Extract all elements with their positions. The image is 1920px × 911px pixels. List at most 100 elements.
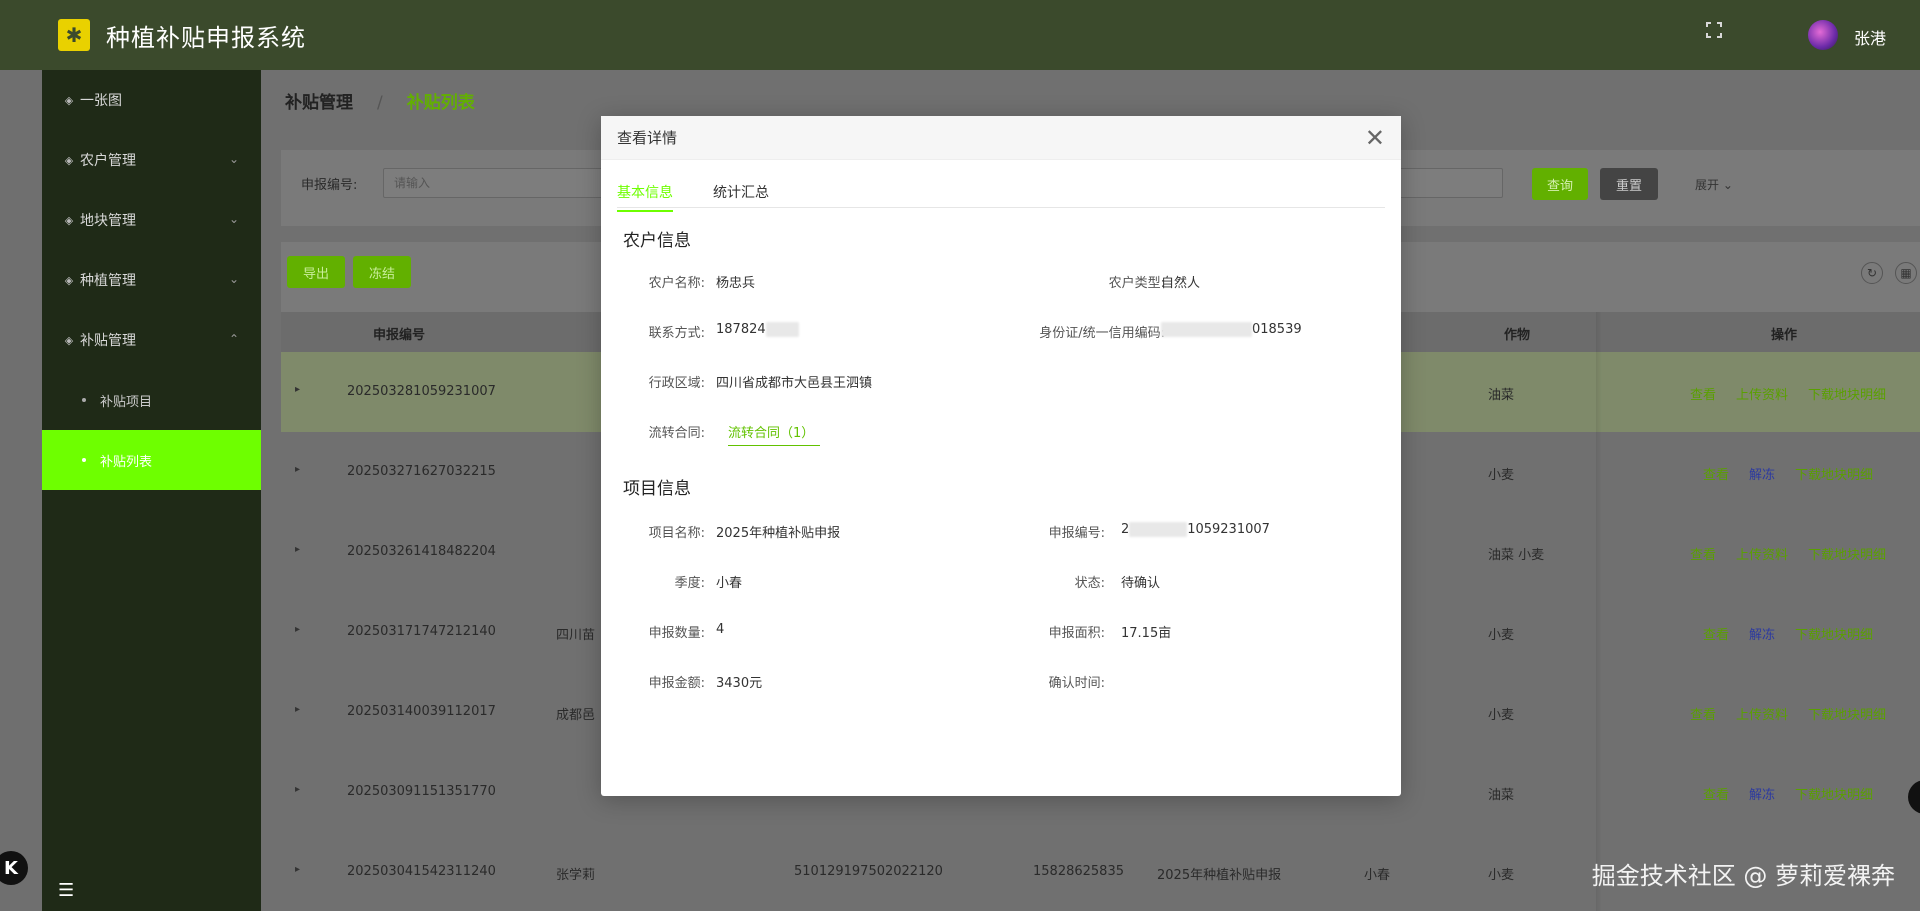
sidebar-item-label: 农户管理: [80, 153, 136, 169]
field-label: 申报金额:: [648, 676, 705, 691]
cell-crop: 油菜: [1488, 788, 1515, 803]
fixed-column-shadow: [1596, 312, 1602, 911]
action-link[interactable]: 解冻: [1749, 464, 1775, 483]
amount-value: 3430元: [716, 676, 763, 691]
refresh-icon[interactable]: ↻: [1861, 262, 1883, 284]
action-link[interactable]: 下载地块明细: [1795, 784, 1873, 803]
action-link[interactable]: 下载地块明细: [1808, 544, 1886, 563]
diamond-icon: ◈: [64, 93, 74, 107]
bullet-icon: [82, 458, 86, 462]
row-actions: 查看 上传资料 下载地块明细: [1638, 704, 1920, 723]
dialog-header: 查看详情 ✕: [601, 116, 1401, 160]
action-link[interactable]: 查看: [1703, 624, 1729, 643]
k-logo-icon[interactable]: K: [0, 851, 28, 885]
cell-crop: 油菜: [1488, 388, 1515, 403]
query-button[interactable]: 查询: [1532, 168, 1588, 200]
app-header: ✱ 种植补贴申报系统 张港: [0, 0, 1920, 70]
close-icon[interactable]: ✕: [1365, 126, 1385, 150]
left-edge-panel: K: [0, 70, 42, 911]
sidebar-subitem-list[interactable]: 补贴列表: [42, 430, 261, 490]
action-link[interactable]: 下载地块明细: [1808, 704, 1886, 723]
breadcrumb-separator: /: [377, 93, 383, 113]
row-expand-icon[interactable]: ▸: [295, 544, 300, 555]
tab-basic-info[interactable]: 基本信息: [617, 182, 673, 212]
field-label: 状态:: [1074, 576, 1105, 591]
row-expand-icon[interactable]: ▸: [295, 464, 300, 475]
cell-crop: 小麦: [1488, 468, 1515, 483]
export-button[interactable]: 导出: [287, 256, 345, 288]
expand-toggle[interactable]: 展开 ⌄: [1695, 176, 1733, 193]
sidebar-item-subsidy[interactable]: ◈ 补贴管理 ⌃: [42, 310, 261, 370]
action-link[interactable]: 查看: [1690, 704, 1716, 723]
cell-farmer-name: 张学莉: [556, 868, 596, 883]
search-label: 申报编号:: [301, 178, 358, 193]
action-link[interactable]: 查看: [1703, 784, 1729, 803]
app-logo-icon: ✱: [58, 19, 90, 51]
fullscreen-icon[interactable]: [1705, 21, 1723, 39]
reset-button[interactable]: 重置: [1600, 168, 1658, 200]
action-link[interactable]: 下载地块明细: [1795, 624, 1873, 643]
contract-link[interactable]: 流转合同（1）: [728, 422, 821, 446]
menu-collapse-icon[interactable]: ☰: [58, 880, 74, 901]
breadcrumb-parent[interactable]: 补贴管理: [285, 93, 353, 113]
action-link[interactable]: 上传资料: [1736, 704, 1788, 723]
row-expand-icon[interactable]: ▸: [295, 624, 300, 635]
sidebar-item-plot[interactable]: ◈ 地块管理 ⌄: [42, 190, 261, 250]
region-value: 四川省成都市大邑县王泗镇: [716, 376, 873, 391]
cell-farmer-name: 成都邑: [556, 708, 596, 723]
field-label: 项目名称:: [648, 526, 705, 541]
watermark: 掘金技术社区 @ 萝莉爱裸奔: [1591, 862, 1895, 890]
cell-crop: 小麦: [1488, 708, 1515, 723]
avatar[interactable]: [1808, 20, 1838, 50]
status-value: 待确认: [1121, 576, 1161, 591]
field-label: 农户类型:: [1108, 276, 1165, 291]
field-label: 流转合同:: [648, 426, 705, 441]
sidebar-subitem-project[interactable]: 补贴项目: [42, 370, 261, 430]
cell-report-no: 202503281059231007: [347, 384, 496, 399]
sidebar-item-label: 种植管理: [80, 273, 136, 289]
action-link[interactable]: 上传资料: [1736, 384, 1788, 403]
column-settings-icon[interactable]: ▦: [1895, 262, 1917, 284]
cell-phone: 15828625835: [1033, 864, 1124, 879]
action-link[interactable]: 查看: [1690, 384, 1716, 403]
report-no-value: 202503281059231007: [1121, 522, 1270, 537]
tab-statistics[interactable]: 统计汇总: [713, 182, 769, 210]
dialog-title: 查看详情: [617, 129, 678, 147]
freeze-button[interactable]: 冻结: [353, 256, 411, 288]
field-label: 行政区域:: [648, 376, 705, 391]
cell-report-no: 202503091151351770: [347, 784, 496, 799]
action-link[interactable]: 解冻: [1749, 784, 1775, 803]
sidebar-item-label: 补贴管理: [80, 333, 136, 349]
sidebar-item-label: 一张图: [80, 93, 122, 109]
project-name-value: 2025年种植补贴申报: [716, 526, 841, 541]
sidebar-item-farmer[interactable]: ◈ 农户管理 ⌄: [42, 130, 261, 190]
diamond-icon: ◈: [64, 213, 74, 227]
breadcrumb-current: 补贴列表: [406, 93, 475, 113]
column-header-actions: 操作: [1771, 328, 1798, 343]
contact-value: 1878241234: [716, 322, 799, 337]
row-actions: 查看 上传资料 下载地块明细: [1638, 544, 1920, 563]
quantity-value: 4: [716, 622, 725, 637]
username[interactable]: 张港: [1854, 25, 1886, 49]
action-link[interactable]: 下载地块明细: [1795, 464, 1873, 483]
action-link[interactable]: 解冻: [1749, 624, 1775, 643]
field-label: 申报面积:: [1048, 626, 1105, 641]
row-expand-icon[interactable]: ▸: [295, 784, 300, 795]
cell-season: 小春: [1364, 868, 1391, 883]
sidebar-subitem-label: 补贴项目: [100, 394, 153, 410]
sidebar-item-label: 地块管理: [80, 213, 136, 229]
action-link[interactable]: 下载地块明细: [1808, 384, 1886, 403]
row-expand-icon[interactable]: ▸: [295, 704, 300, 715]
field-label: 农户名称:: [648, 276, 705, 291]
action-link[interactable]: 上传资料: [1736, 544, 1788, 563]
action-link[interactable]: 查看: [1690, 544, 1716, 563]
bullet-icon: [82, 398, 86, 402]
field-label: 身份证/统一信用编码:: [1039, 326, 1165, 341]
row-expand-icon[interactable]: ▸: [295, 864, 300, 875]
breadcrumb: 补贴管理 / 补贴列表: [285, 88, 475, 113]
row-expand-icon[interactable]: ▸: [295, 384, 300, 395]
cell-report-no: 202503261418482204: [347, 544, 496, 559]
sidebar-item-planting[interactable]: ◈ 种植管理 ⌄: [42, 250, 261, 310]
action-link[interactable]: 查看: [1703, 464, 1729, 483]
sidebar-item-map[interactable]: ◈ 一张图: [42, 70, 261, 130]
